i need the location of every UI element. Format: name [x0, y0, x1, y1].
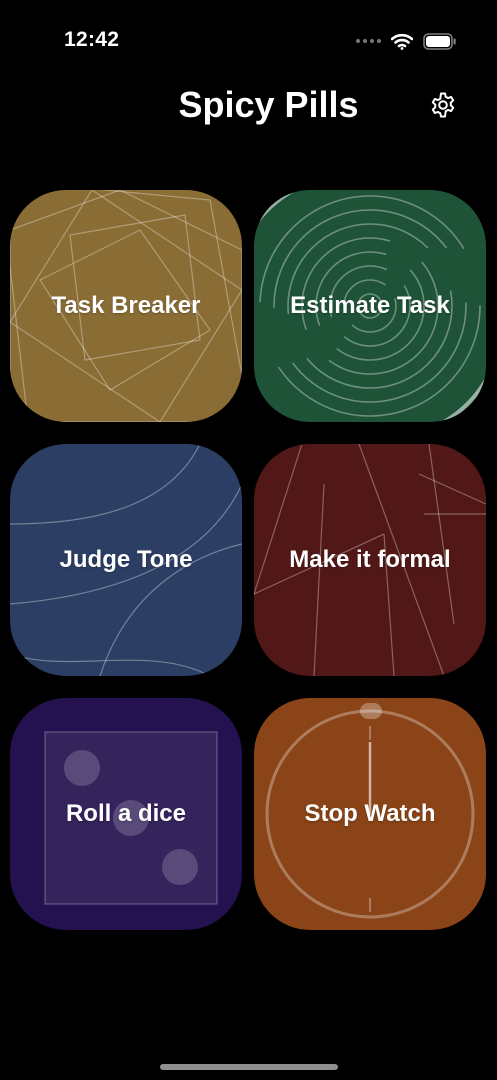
- settings-button[interactable]: [426, 88, 460, 122]
- tile-roll-a-dice[interactable]: Roll a dice: [10, 698, 242, 930]
- tile-estimate-task[interactable]: Estimate Task: [254, 190, 486, 422]
- header: Spicy Pills: [0, 80, 497, 130]
- tile-label: Estimate Task: [290, 292, 450, 319]
- tile-label: Roll a dice: [65, 800, 187, 827]
- tile-stop-watch[interactable]: Stop Watch: [254, 698, 486, 930]
- tile-judge-tone[interactable]: Judge Tone: [10, 444, 242, 676]
- status-icons: [356, 30, 457, 52]
- page-title: Spicy Pills: [178, 84, 359, 125]
- tile-label: Make it formal: [289, 546, 451, 573]
- tile-task-breaker[interactable]: Task Breaker: [10, 190, 242, 422]
- gear-icon: [431, 92, 455, 118]
- signal-dots-icon: [356, 39, 381, 43]
- tile-label: Task Breaker: [51, 292, 201, 319]
- home-indicator[interactable]: [160, 1064, 338, 1070]
- tile-label: Stop Watch: [304, 800, 436, 827]
- tile-label: Judge Tone: [59, 546, 193, 573]
- status-bar: 12:42: [0, 0, 497, 80]
- tile-make-it-formal[interactable]: Make it formal: [254, 444, 486, 676]
- status-time: 12:42: [64, 28, 120, 51]
- battery-icon: [423, 32, 456, 50]
- wifi-icon: [391, 33, 413, 50]
